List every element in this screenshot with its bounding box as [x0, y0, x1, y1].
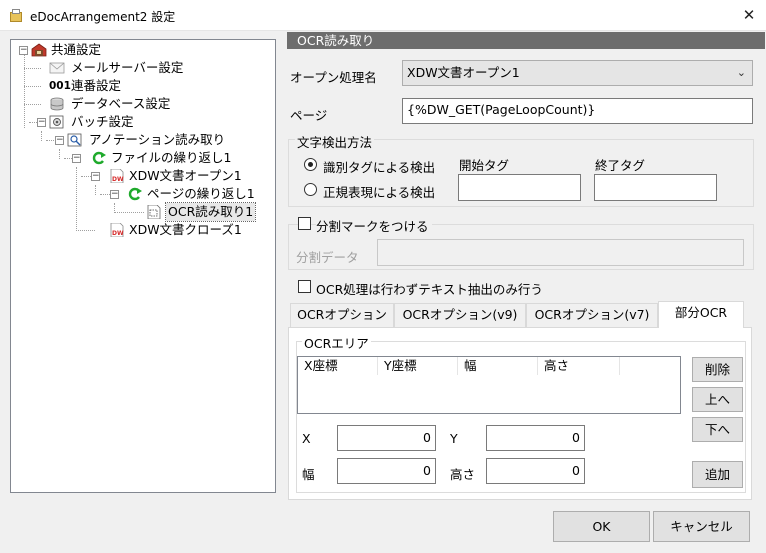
open-process-label: オープン処理名 [290, 70, 377, 85]
start-tag-label: 開始タグ [459, 158, 510, 173]
xdw-document-icon: DW [110, 223, 124, 237]
start-tag-input[interactable] [458, 174, 581, 201]
house-box-icon [31, 43, 47, 57]
radio-tag-label: 識別タグによる検出 [323, 160, 436, 175]
ocr-area-list[interactable]: X座標 Y座標 幅 高さ [297, 356, 681, 414]
x-input[interactable]: 0 [337, 425, 436, 451]
collapse-toggle-page-loop[interactable]: − [110, 190, 119, 199]
database-icon [50, 97, 64, 111]
mail-icon [49, 62, 65, 74]
collapse-toggle-file-loop[interactable]: − [72, 154, 81, 163]
height-label: 高さ [450, 467, 476, 482]
svg-text:DW: DW [112, 230, 124, 237]
svg-text:DW: DW [112, 176, 124, 183]
radio-regex-detection[interactable] [304, 183, 317, 196]
app-icon [9, 8, 23, 22]
radio-regex-label: 正規表現による検出 [323, 185, 436, 200]
add-button[interactable]: 追加 [692, 461, 743, 488]
annotation-icon [67, 133, 82, 147]
batch-gear-icon [49, 115, 64, 129]
width-input[interactable]: 0 [337, 458, 436, 484]
column-header-x[interactable]: X座標 [298, 357, 378, 375]
ocr-document-icon [147, 205, 161, 219]
tree-label: メールサーバー設定 [71, 60, 184, 75]
detection-group-label: 文字検出方法 [295, 132, 375, 151]
open-process-select[interactable]: XDW文書オープン1 ⌄ [402, 60, 753, 86]
ocr-area-label: OCRエリア [302, 333, 371, 352]
tree-label: XDW文書クローズ1 [129, 222, 242, 237]
collapse-toggle-annotation[interactable]: − [55, 136, 64, 145]
split-mark-checkbox[interactable] [298, 217, 311, 230]
width-label: 幅 [302, 467, 315, 482]
move-down-button[interactable]: 下へ [692, 417, 743, 442]
loop-arrow-icon [92, 151, 106, 165]
end-tag-input[interactable] [594, 174, 717, 201]
tab-ocr-option[interactable]: OCRオプション [290, 303, 394, 327]
tab-ocr-option-v9[interactable]: OCRオプション(v9) [394, 303, 526, 327]
open-process-value: XDW文書オープン1 [407, 65, 520, 80]
tree-label: バッチ設定 [71, 114, 134, 129]
end-tag-label: 終了タグ [595, 158, 646, 173]
ok-button[interactable]: OK [553, 511, 650, 542]
collapse-toggle-shared[interactable]: − [19, 46, 28, 55]
text-only-checkbox[interactable] [298, 280, 311, 293]
column-header-width[interactable]: 幅 [458, 357, 538, 375]
split-mark-label: 分割マークをつける [316, 216, 432, 235]
page-input[interactable]: {%DW_GET(PageLoopCount)} [402, 98, 753, 124]
tree-label: データベース設定 [71, 96, 171, 111]
x-label: X [302, 431, 311, 446]
chevron-down-icon: ⌄ [736, 66, 746, 79]
column-header-y[interactable]: Y座標 [378, 357, 458, 375]
collapse-toggle-xdw-open[interactable]: − [91, 172, 100, 181]
serial-number-icon: 001 [49, 80, 71, 92]
tree-label: XDW文書オープン1 [129, 168, 242, 183]
tree-label: 連番設定 [71, 78, 122, 93]
settings-tree[interactable]: − 共通設定 メールサーバー設定 001 連番設定 データベース設定 − バッチ… [10, 39, 276, 493]
y-input[interactable]: 0 [486, 425, 585, 451]
radio-tag-detection[interactable] [304, 158, 317, 171]
tab-partial-ocr[interactable]: 部分OCR [658, 301, 744, 328]
tree-label: OCR読み取り1 [164, 202, 257, 222]
tab-ocr-option-v7[interactable]: OCRオプション(v7) [526, 303, 658, 327]
cancel-button[interactable]: キャンセル [653, 511, 750, 542]
y-label: Y [450, 431, 458, 446]
split-data-input[interactable] [377, 239, 744, 266]
tree-label: アノテーション読み取り [89, 132, 226, 147]
page-label: ページ [290, 108, 328, 123]
collapse-toggle-batch[interactable]: − [37, 118, 46, 127]
tree-label: 共通設定 [51, 42, 102, 57]
xdw-document-icon: DW [110, 169, 124, 183]
loop-arrow-icon [128, 187, 142, 201]
section-header: OCR読み取り [287, 32, 765, 49]
column-header-height[interactable]: 高さ [538, 357, 620, 375]
split-data-label: 分割データ [296, 250, 359, 265]
height-input[interactable]: 0 [486, 458, 585, 484]
window-title: eDocArrangement2 設定 [30, 10, 176, 24]
text-only-label: OCR処理は行わずテキスト抽出のみ行う [316, 282, 543, 297]
delete-button[interactable]: 削除 [692, 357, 743, 382]
move-up-button[interactable]: 上へ [692, 387, 743, 412]
close-button[interactable]: ✕ [736, 4, 762, 26]
tree-label: ページの繰り返し1 [147, 186, 255, 201]
tree-label: ファイルの繰り返し1 [111, 150, 232, 165]
